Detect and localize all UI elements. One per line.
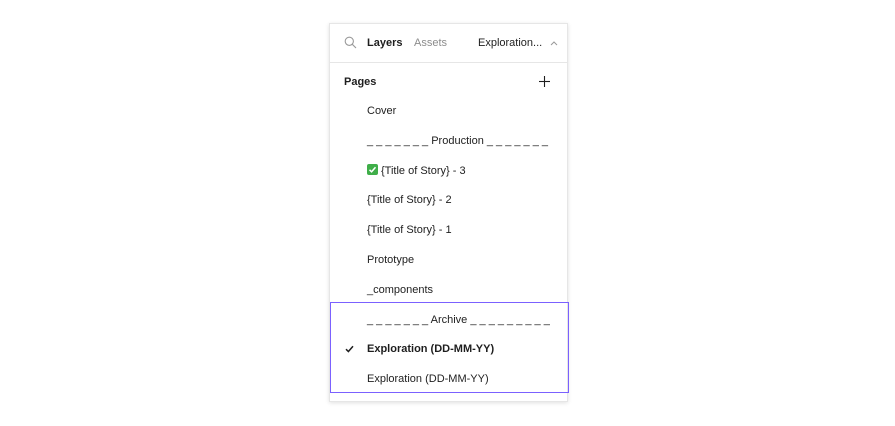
tab-assets[interactable]: Assets bbox=[414, 36, 447, 50]
add-page-icon[interactable] bbox=[538, 75, 551, 88]
page-item-title-of-story-3[interactable]: {Title of Story} - 3 bbox=[330, 156, 567, 186]
current-page-dropdown[interactable]: Exploration... bbox=[478, 36, 558, 50]
checkmark-icon bbox=[345, 346, 354, 353]
page-item-production-divider[interactable]: _ _ _ _ _ _ _ Production _ _ _ _ _ _ _ bbox=[330, 126, 567, 156]
tab-layers[interactable]: Layers bbox=[367, 36, 402, 50]
chevron-up-icon bbox=[550, 41, 558, 46]
white-check-mark-emoji-icon bbox=[367, 163, 378, 175]
page-item-title-of-story-1[interactable]: {Title of Story} - 1 bbox=[330, 215, 567, 245]
page-item-label-wrapper: {Title of Story} - 3 bbox=[367, 163, 466, 178]
page-item-label: Exploration (DD-MM-YY) bbox=[367, 373, 489, 386]
panel-header: Layers Assets Exploration... bbox=[330, 24, 567, 63]
page-item-label: {Title of Story} - 2 bbox=[367, 194, 452, 207]
page-item-archive-divider[interactable]: _ _ _ _ _ _ _ Archive _ _ _ _ _ _ _ _ _ bbox=[330, 305, 567, 335]
pages-title: Pages bbox=[344, 76, 377, 88]
page-item-label: _ _ _ _ _ _ _ Archive _ _ _ _ _ _ _ _ _ bbox=[367, 313, 550, 326]
page-item-label: Prototype bbox=[367, 253, 415, 266]
page-item-prototype[interactable]: Prototype bbox=[330, 245, 567, 275]
page-item-components[interactable]: _components bbox=[330, 275, 567, 305]
page-item-label: {Title of Story} - 3 bbox=[381, 164, 466, 177]
page-item-cover[interactable]: Cover bbox=[330, 96, 567, 126]
page-item-title-of-story-2[interactable]: {Title of Story} - 2 bbox=[330, 185, 567, 215]
current-page-label: Exploration... bbox=[478, 37, 543, 49]
page-item-label: _ _ _ _ _ _ _ Production _ _ _ _ _ _ _ bbox=[367, 134, 549, 147]
page-list: Cover _ _ _ _ _ _ _ Production _ _ _ _ _… bbox=[330, 96, 567, 394]
search-icon[interactable] bbox=[344, 36, 357, 49]
page-item-exploration-current[interactable]: Exploration (DD-MM-YY) bbox=[330, 334, 567, 364]
page-item-exploration[interactable]: Exploration (DD-MM-YY) bbox=[330, 364, 567, 394]
layers-panel: Layers Assets Exploration... Pages Cover… bbox=[329, 23, 569, 402]
page-item-label: Exploration (DD-MM-YY) bbox=[367, 343, 495, 356]
page-item-label: {Title of Story} - 1 bbox=[367, 224, 452, 237]
page-item-label: _components bbox=[367, 283, 434, 296]
page-item-label: Cover bbox=[367, 105, 397, 117]
